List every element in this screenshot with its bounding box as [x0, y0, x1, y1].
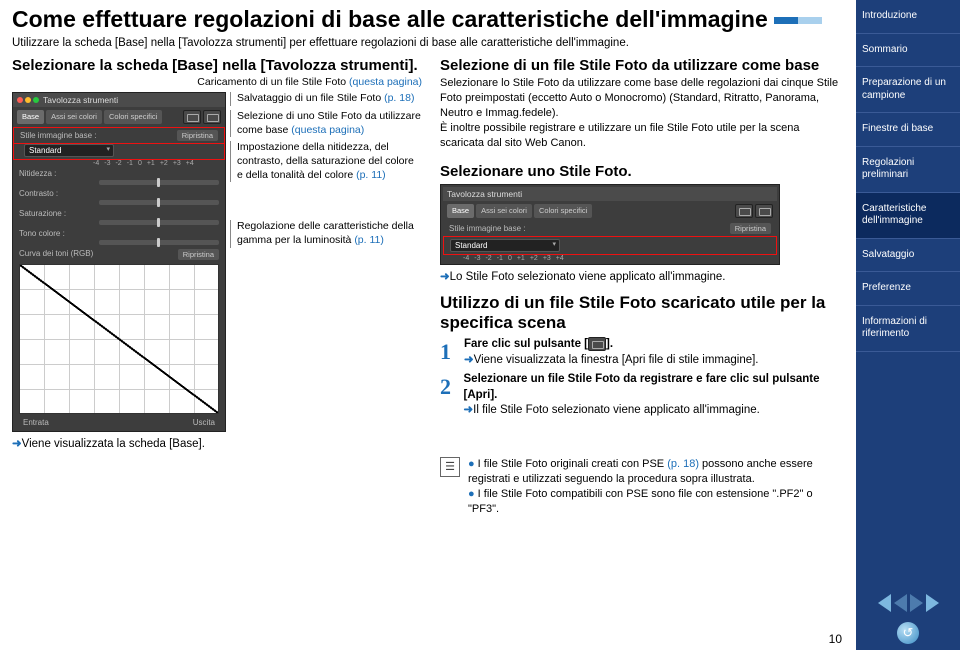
input-label: Entrata	[23, 418, 49, 427]
link-p11-b[interactable]: (p. 11)	[354, 234, 384, 246]
palette-tabs: Base Assi sei colori Colori specifici	[13, 107, 225, 127]
tab-six-axis[interactable]: Assi sei colori	[46, 110, 102, 124]
contrast-label: Contrasto :	[19, 189, 97, 198]
arrow-icon: ➜	[12, 438, 22, 450]
note-2: ●I file Stile Foto compatibili con PSE s…	[468, 487, 846, 517]
arrow-icon-3: ➜	[464, 354, 474, 366]
tab-specific-colors-2[interactable]: Colori specifici	[534, 204, 592, 218]
close-icon	[17, 97, 23, 103]
section-para-1: Selezionare lo Stile Foto da utilizzare …	[440, 76, 846, 121]
main-content: Come effettuare regolazioni di base alle…	[0, 0, 856, 650]
nav-preliminary[interactable]: Regolazioni preliminari	[856, 147, 960, 193]
reset-button[interactable]: Ripristina	[177, 130, 218, 141]
link-p18[interactable]: (p. 18)	[384, 92, 414, 104]
right-column: Selezione di un file Stile Foto da utili…	[440, 57, 846, 516]
palette-screenshot: Tavolozza strumenti Base Assi sei colori…	[12, 92, 226, 432]
open-style-file-icon[interactable]	[183, 110, 201, 124]
title-accent	[774, 17, 822, 24]
nav-reference[interactable]: Informazioni di riferimento	[856, 306, 960, 352]
intro-text: Utilizzare la scheda [Base] nella [Tavol…	[12, 36, 846, 51]
callout-gamma: Regolazione delle caratteristiche della …	[230, 220, 422, 247]
link-p11[interactable]: (p. 11)	[356, 169, 386, 181]
palette2-title: Tavolozza strumenti	[447, 189, 522, 199]
tab-specific-colors[interactable]: Colori specifici	[104, 110, 162, 124]
page-nav	[856, 588, 960, 618]
base-style-select-2[interactable]: Standard	[450, 239, 560, 252]
page-root: Come effettuare regolazioni di base alle…	[0, 0, 960, 650]
left-column: Selezionare la scheda [Base] nella [Tavo…	[12, 57, 422, 516]
step-heading-2: Selezionare uno Stile Foto.	[440, 163, 846, 180]
color-tone-label: Tono colore :	[19, 229, 97, 238]
note-box: ☰ ●I file Stile Foto originali creati co…	[440, 457, 846, 516]
nav-sample-prep[interactable]: Preparazione di un campione	[856, 67, 960, 113]
page-number: 10	[829, 632, 842, 646]
output-label: Uscita	[193, 418, 215, 427]
save-style-file-icon-2[interactable]	[755, 204, 773, 218]
base-style-select[interactable]: Standard	[24, 144, 114, 157]
callout-save: Salvataggio di un file Stile Foto (p. 18…	[230, 92, 422, 106]
callout-list: Salvataggio di un file Stile Foto (p. 18…	[232, 92, 422, 432]
prev-page-icon[interactable]	[878, 594, 891, 612]
sharpness-slider[interactable]	[99, 180, 219, 185]
base-style-select-row: Standard	[13, 142, 225, 160]
link-p18-b[interactable]: (p. 18)	[667, 458, 699, 470]
link-this-page[interactable]: (questa pagina)	[349, 76, 422, 88]
nav-base-windows[interactable]: Finestre di base	[856, 113, 960, 147]
note-icon: ☰	[440, 457, 460, 477]
next-page-icon[interactable]	[926, 594, 939, 612]
nav-preferences[interactable]: Preferenze	[856, 272, 960, 306]
open-style-file-icon-2[interactable]	[735, 204, 753, 218]
nav-image-characteristics[interactable]: Caratteristiche dell'immagine	[856, 193, 960, 239]
save-style-file-icon[interactable]	[203, 110, 221, 124]
applied-line: ➜Lo Stile Foto selezionato viene applica…	[440, 269, 846, 283]
link-this-page-2[interactable]: (questa pagina)	[291, 124, 364, 136]
tone-curve[interactable]	[19, 264, 219, 414]
callout-select-style: Selezione di uno Stile Foto da utilizzar…	[230, 110, 422, 137]
section-para-2: È inoltre possibile registrare e utilizz…	[440, 121, 846, 151]
nav-introduction[interactable]: Introduzione	[856, 0, 960, 34]
arrow-icon-2: ➜	[440, 271, 450, 283]
tab-six-axis-2[interactable]: Assi sei colori	[476, 204, 532, 218]
nav-summary[interactable]: Sommario	[856, 34, 960, 68]
color-tone-slider[interactable]	[99, 240, 219, 245]
tab-base[interactable]: Base	[17, 110, 44, 124]
folder-button-icon[interactable]	[588, 337, 606, 351]
tab-base-2[interactable]: Base	[447, 204, 474, 218]
section-heading: Selezione di un file Stile Foto da utili…	[440, 57, 846, 74]
saturation-slider[interactable]	[99, 220, 219, 225]
curve-label: Curva dei toni (RGB)	[19, 249, 93, 260]
caption-load: Caricamento di un file Stile Foto (quest…	[12, 76, 422, 88]
step-number-2: 2	[440, 372, 458, 419]
minimize-icon	[25, 97, 31, 103]
zoom-icon	[33, 97, 39, 103]
arrow-icon-4: ➜	[464, 404, 474, 416]
return-icon[interactable]	[897, 622, 919, 644]
page-title: Come effettuare regolazioni di base alle…	[12, 6, 846, 32]
base-style-label: Stile immagine base :	[20, 131, 98, 140]
palette-titlebar: Tavolozza strumenti	[13, 93, 225, 107]
step-2: 2 Selezionare un file Stile Foto da regi…	[440, 372, 846, 419]
palette-screenshot-2: Tavolozza strumenti Base Assi sei colori…	[440, 184, 780, 265]
download-heading: Utilizzo di un file Stile Foto scaricato…	[440, 293, 846, 334]
step-1: 1 Fare clic sul pulsante []. ➜Viene visu…	[440, 337, 846, 368]
reset-button-2[interactable]: Ripristina	[730, 223, 771, 234]
saturation-label: Saturazione :	[19, 209, 97, 218]
side-nav: Introduzione Sommario Preparazione di un…	[856, 0, 960, 650]
window-controls	[17, 97, 39, 103]
note-1: ●I file Stile Foto originali creati con …	[468, 457, 846, 487]
contrast-slider[interactable]	[99, 200, 219, 205]
base-style-label-2: Stile immagine base :	[449, 224, 559, 233]
scale-labels: -4-3-2-10+1+2+3+4	[93, 160, 225, 167]
curve-reset-button[interactable]: Ripristina	[178, 249, 219, 260]
callout-adjust: Impostazione della nitidezza, del contra…	[230, 141, 422, 182]
prev-page-icon-2[interactable]	[894, 594, 907, 612]
sharpness-label: Nitidezza :	[19, 169, 97, 178]
result-line: ➜Viene visualizzata la scheda [Base].	[12, 436, 422, 450]
step-number-1: 1	[440, 337, 458, 368]
step-heading: Selezionare la scheda [Base] nella [Tavo…	[12, 57, 422, 74]
next-page-icon-2[interactable]	[910, 594, 923, 612]
nav-saving[interactable]: Salvataggio	[856, 239, 960, 273]
